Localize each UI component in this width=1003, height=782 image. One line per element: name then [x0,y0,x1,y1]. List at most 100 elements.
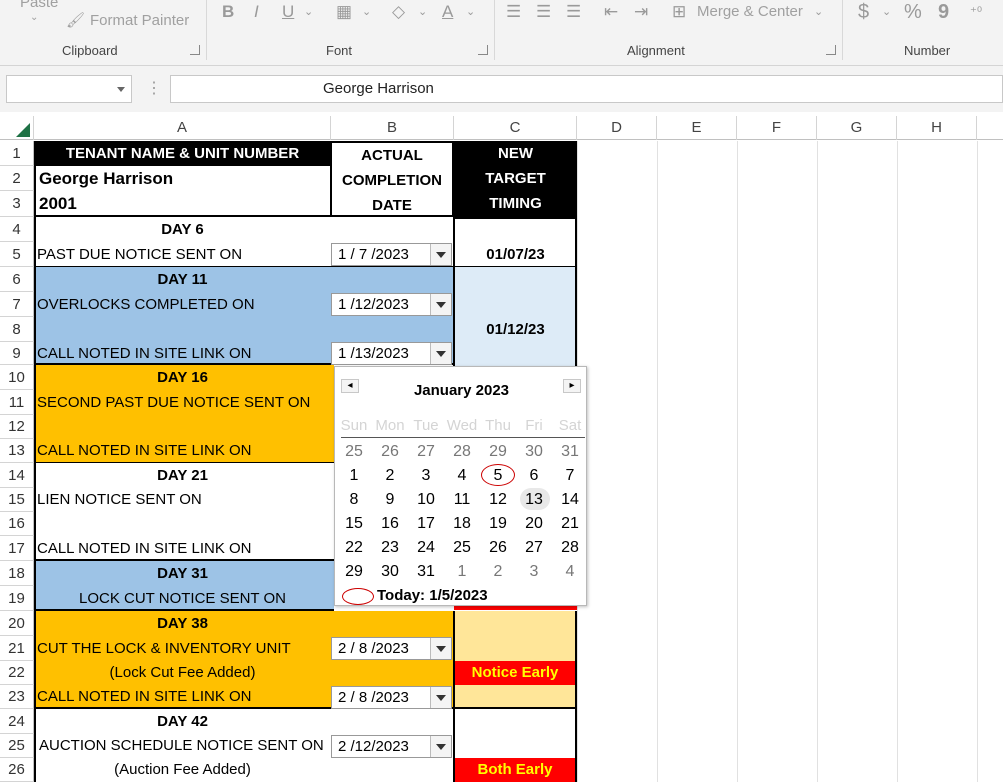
cell-c1-merged[interactable]: NEW TARGET TIMING [454,141,577,217]
borders-dropdown-icon[interactable]: ⌄ [362,0,371,24]
cell-a26[interactable]: (Auction Fee Added) [34,758,331,782]
row-header[interactable]: 18 [0,561,34,586]
select-all-button[interactable] [0,116,34,140]
font-color-dropdown-icon[interactable]: ⌄ [466,0,475,24]
cell-a25[interactable]: AUCTION SCHEDULE NOTICE SENT ON [34,734,331,758]
cell-a22[interactable]: (Lock Cut Fee Added) [34,661,331,685]
align-center-icon[interactable]: ☰ [536,0,551,24]
date-picker-b23[interactable]: 2 / 8 /2023 [331,686,452,709]
underline-button[interactable]: U [282,0,294,24]
cell-a11[interactable]: SECOND PAST DUE NOTICE SENT ON [34,390,331,415]
italic-button[interactable]: I [254,0,259,24]
cell-a3[interactable]: 2001 [34,191,331,217]
font-launcher-icon[interactable] [478,45,488,55]
calendar-day[interactable]: 22 [336,539,372,557]
format-painter-button[interactable]: Format Painter [90,12,189,29]
column-header[interactable]: F [737,116,817,140]
calendar-day[interactable]: 27 [516,539,552,557]
calendar-day[interactable]: 19 [480,515,516,533]
calendar-day[interactable]: 30 [516,443,552,461]
calendar-day[interactable]: 24 [408,539,444,557]
column-header[interactable]: C [454,116,577,140]
formula-input[interactable]: George Harrison [170,75,1003,103]
dropdown-arrow-icon[interactable] [430,244,451,265]
calendar-day[interactable]: 29 [480,443,516,461]
calendar-day[interactable]: 3 [516,563,552,581]
cell-a6[interactable]: DAY 11 [34,267,331,292]
calendar-day[interactable]: 12 [480,491,516,509]
calendar-day[interactable]: 2 [372,467,408,485]
calendar-day[interactable]: 18 [444,515,480,533]
calendar-day[interactable]: 8 [336,491,372,509]
calendar-day[interactable]: 3 [408,467,444,485]
date-picker-b25[interactable]: 2 /12/2023 [331,735,452,758]
calendar-day[interactable]: 2 [480,563,516,581]
row-header[interactable]: 24 [0,709,34,734]
row-header[interactable]: 9 [0,342,34,365]
calendar-day[interactable]: 23 [372,539,408,557]
calendar-day[interactable]: 4 [552,563,588,581]
calendar-day[interactable]: 27 [408,443,444,461]
calendar-day[interactable]: 20 [516,515,552,533]
calendar-day[interactable]: 28 [552,539,588,557]
name-box[interactable] [6,75,132,103]
cell-a23[interactable]: CALL NOTED IN SITE LINK ON [34,685,331,709]
calendar-day[interactable]: 28 [444,443,480,461]
cell-a9[interactable]: CALL NOTED IN SITE LINK ON [34,342,331,365]
column-header[interactable]: H [897,116,977,140]
paste-button[interactable]: Paste [20,0,58,11]
cell-a5[interactable]: PAST DUE NOTICE SENT ON [34,242,331,267]
calendar-day[interactable]: 1 [444,563,480,581]
date-picker-calendar[interactable]: ◂ January 2023 ▸ Sun Mon Tue Wed Thu Fri… [334,366,587,606]
calendar-day[interactable]: 7 [552,467,588,485]
cell-a7[interactable]: OVERLOCKS COMPLETED ON [34,292,331,317]
underline-dropdown-icon[interactable]: ⌄ [304,0,313,24]
row-header[interactable]: 23 [0,685,34,709]
dropdown-arrow-icon[interactable] [430,736,451,757]
date-picker-b21[interactable]: 2 / 8 /2023 [331,637,452,660]
decrease-indent-icon[interactable]: ⇤ [604,0,618,24]
bold-button[interactable]: B [222,0,234,24]
date-picker-b7[interactable]: 1 /12/2023 [331,293,452,316]
cell-a19[interactable]: LOCK CUT NOTICE SENT ON [34,586,331,611]
column-header[interactable]: G [817,116,897,140]
row-header[interactable]: 17 [0,536,34,561]
merge-center-icon[interactable]: ⊞ [672,0,686,24]
today-link[interactable]: Today: 1/5/2023 [377,587,488,604]
next-month-button[interactable]: ▸ [563,379,581,393]
cell-a17[interactable]: CALL NOTED IN SITE LINK ON [34,536,331,561]
row-header[interactable]: 1 [0,141,34,166]
cell-b1-merged[interactable]: ACTUAL COMPLETION DATE [330,141,454,217]
calendar-day[interactable]: 16 [372,515,408,533]
fill-color-dropdown-icon[interactable]: ⌄ [418,0,427,24]
cell-a15[interactable]: LIEN NOTICE SENT ON [34,488,331,512]
dropdown-arrow-icon[interactable] [430,687,451,708]
align-right-icon[interactable]: ☰ [566,0,581,24]
row-header[interactable]: 7 [0,292,34,317]
align-left-icon[interactable]: ☰ [506,0,521,24]
borders-icon[interactable]: ▦ [336,0,352,24]
cell-a13[interactable]: CALL NOTED IN SITE LINK ON [34,439,331,463]
cell-a14[interactable]: DAY 21 [34,463,331,488]
column-header[interactable] [977,116,1003,140]
font-color-icon[interactable]: A [442,0,453,24]
row-header[interactable]: 11 [0,390,34,415]
cell-c8[interactable]: 01/12/23 [454,317,577,342]
row-header[interactable]: 21 [0,636,34,661]
cell-c26[interactable]: Both Early [455,758,575,782]
date-picker-b5[interactable]: 1 / 7 /2023 [331,243,452,266]
calendar-day[interactable]: 15 [336,515,372,533]
increase-decimal-icon[interactable]: ⁺⁰ [970,0,982,24]
cell-a10[interactable]: DAY 16 [34,365,331,390]
calendar-day[interactable]: 26 [372,443,408,461]
row-header[interactable]: 25 [0,734,34,758]
cell-a21[interactable]: CUT THE LOCK & INVENTORY UNIT [34,636,331,661]
calendar-day[interactable]: 4 [444,467,480,485]
format-painter-icon[interactable]: 🖌 [66,11,85,29]
cell-c22[interactable]: Notice Early [455,661,575,685]
column-header[interactable]: A [34,116,331,140]
increase-indent-icon[interactable]: ⇥ [634,0,648,24]
calendar-day[interactable]: 25 [444,539,480,557]
percent-button[interactable]: % [904,0,922,24]
row-header[interactable]: 12 [0,415,34,439]
